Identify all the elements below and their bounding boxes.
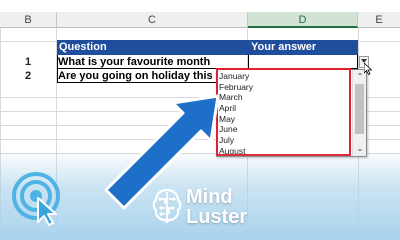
brand-name-line2: Luster	[186, 206, 248, 228]
brain-icon	[152, 188, 182, 224]
brand-logo: Mind Luster	[152, 186, 262, 232]
target-click-icon	[12, 172, 60, 226]
